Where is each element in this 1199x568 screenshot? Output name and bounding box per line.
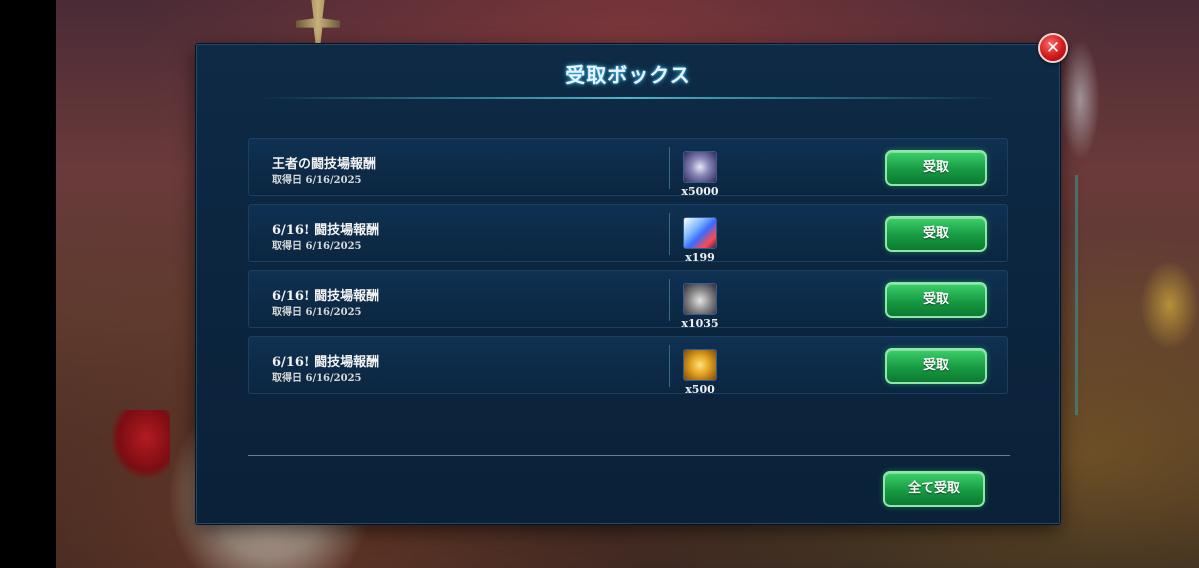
background-character-decoration [110, 410, 170, 480]
reward-row: 6/16! 闘技場報酬 取得日 6/16/2025 x1035 受取 [248, 270, 1008, 330]
close-icon: ✕ [1045, 37, 1061, 58]
screen-left-bezel [0, 0, 56, 568]
gem-icon [683, 151, 717, 183]
reward-date: 取得日 6/16/2025 [272, 175, 362, 186]
footer-divider [248, 455, 1010, 456]
background-character-right [1060, 40, 1100, 160]
title-divider [257, 97, 999, 99]
close-button[interactable]: ✕ [1038, 33, 1068, 63]
reward-name: 6/16! 闘技場報酬 [272, 355, 380, 370]
reward-box-dialog: 受取ボックス 王者の闘技場報酬 取得日 6/16/2025 x5000 受取 6… [196, 44, 1060, 524]
background-flowers [1140, 260, 1199, 350]
reward-row: 6/16! 闘技場報酬 取得日 6/16/2025 x199 受取 [248, 204, 1008, 264]
row-divider [669, 279, 670, 321]
crystal-icon [683, 217, 717, 249]
reward-row: 6/16! 闘技場報酬 取得日 6/16/2025 x500 受取 [248, 336, 1008, 396]
claim-button[interactable]: 受取 [885, 348, 987, 384]
reward-row: 王者の闘技場報酬 取得日 6/16/2025 x5000 受取 [248, 138, 1008, 198]
reward-quantity: x1035 [681, 317, 719, 330]
reward-date: 取得日 6/16/2025 [272, 307, 362, 318]
claim-all-button[interactable]: 全て受取 [883, 471, 985, 507]
row-divider [669, 147, 670, 189]
background-scroll-indicator [1075, 175, 1078, 415]
dialog-title: 受取ボックス [565, 63, 691, 87]
claim-button[interactable]: 受取 [885, 282, 987, 318]
reward-name: 王者の闘技場報酬 [272, 157, 377, 172]
reward-name: 6/16! 闘技場報酬 [272, 223, 380, 238]
coin-icon [683, 349, 717, 381]
claim-button[interactable]: 受取 [885, 216, 987, 252]
claim-button[interactable]: 受取 [885, 150, 987, 186]
reward-quantity: x500 [685, 383, 715, 396]
reward-quantity: x5000 [681, 185, 719, 198]
reward-quantity: x199 [685, 251, 715, 264]
row-divider [669, 345, 670, 387]
helmet-icon [683, 283, 717, 315]
reward-date: 取得日 6/16/2025 [272, 373, 362, 384]
reward-name: 6/16! 闘技場報酬 [272, 289, 380, 304]
reward-date: 取得日 6/16/2025 [272, 241, 362, 252]
row-divider [669, 213, 670, 255]
